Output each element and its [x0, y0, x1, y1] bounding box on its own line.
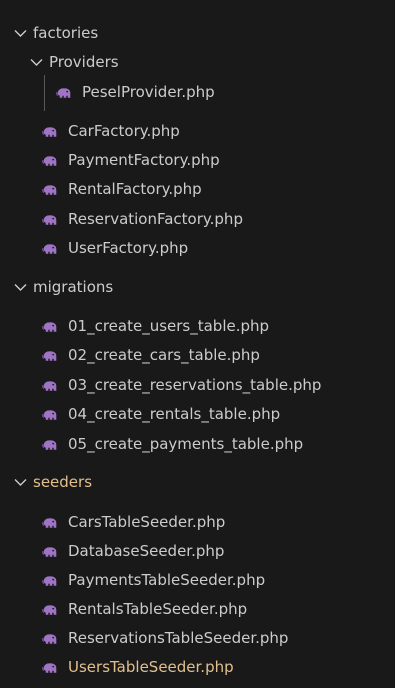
php-elephant-icon: [41, 408, 59, 422]
chevron-down-icon: [12, 475, 28, 491]
file-user-factory[interactable]: UserFactory.php: [0, 234, 395, 263]
file-label: PeselProvider.php: [82, 83, 215, 102]
file-label: 02_create_cars_table.php: [68, 346, 260, 365]
file-users-seeder[interactable]: UsersTableSeeder.php: [0, 653, 395, 682]
chevron-down-icon: [12, 280, 28, 296]
file-migration-01[interactable]: 01_create_users_table.php: [0, 312, 395, 341]
folder-factories[interactable]: factories: [0, 19, 395, 48]
file-label: 03_create_reservations_table.php: [68, 376, 322, 395]
file-label: RentalFactory.php: [68, 180, 202, 199]
file-migration-03[interactable]: 03_create_reservations_table.php: [0, 371, 395, 400]
php-elephant-icon: [55, 86, 73, 100]
file-label: UsersTableSeeder.php: [68, 658, 234, 677]
file-rental-factory[interactable]: RentalFactory.php: [0, 175, 395, 204]
file-reservations-seeder[interactable]: ReservationsTableSeeder.php: [0, 624, 395, 653]
file-payments-seeder[interactable]: PaymentsTableSeeder.php: [0, 566, 395, 595]
file-label: CarFactory.php: [68, 122, 180, 141]
chevron-down-icon: [28, 55, 44, 71]
file-cars-seeder[interactable]: CarsTableSeeder.php: [0, 508, 395, 537]
php-elephant-icon: [41, 183, 59, 197]
file-label: ReservationFactory.php: [68, 210, 243, 229]
file-migration-05[interactable]: 05_create_payments_table.php: [0, 430, 395, 459]
file-label: DatabaseSeeder.php: [68, 542, 225, 561]
folder-seeders[interactable]: seeders: [0, 468, 395, 497]
folder-providers[interactable]: Providers: [0, 48, 395, 77]
chevron-down-icon: [12, 26, 28, 42]
file-migration-04[interactable]: 04_create_rentals_table.php: [0, 400, 395, 429]
php-elephant-icon: [41, 603, 59, 617]
php-elephant-icon: [41, 242, 59, 256]
php-elephant-icon: [41, 516, 59, 530]
folder-label: seeders: [33, 473, 93, 492]
file-label: RentalsTableSeeder.php: [68, 600, 248, 619]
file-label: PaymentFactory.php: [68, 151, 220, 170]
php-elephant-icon: [41, 545, 59, 559]
file-label: CarsTableSeeder.php: [68, 513, 226, 532]
file-car-factory[interactable]: CarFactory.php: [0, 117, 395, 146]
php-elephant-icon: [41, 379, 59, 393]
php-elephant-icon: [41, 154, 59, 168]
file-label: ReservationsTableSeeder.php: [68, 629, 289, 648]
folder-label: Providers: [49, 53, 119, 72]
php-elephant-icon: [41, 438, 59, 452]
file-rentals-seeder[interactable]: RentalsTableSeeder.php: [0, 595, 395, 624]
php-elephant-icon: [41, 125, 59, 139]
php-elephant-icon: [41, 632, 59, 646]
file-database-seeder[interactable]: DatabaseSeeder.php: [0, 537, 395, 566]
php-elephant-icon: [41, 213, 59, 227]
file-migration-02[interactable]: 02_create_cars_table.php: [0, 341, 395, 370]
file-label: PaymentsTableSeeder.php: [68, 571, 266, 590]
php-elephant-icon: [41, 349, 59, 363]
folder-label: factories: [33, 24, 99, 43]
php-elephant-icon: [41, 320, 59, 334]
file-label: UserFactory.php: [68, 239, 189, 258]
folder-migrations[interactable]: migrations: [0, 273, 395, 302]
folder-label: migrations: [33, 278, 114, 297]
php-elephant-icon: [41, 574, 59, 588]
file-label: 01_create_users_table.php: [68, 317, 270, 336]
file-pesel-provider[interactable]: PeselProvider.php: [0, 78, 395, 107]
file-label: 05_create_payments_table.php: [68, 435, 304, 454]
file-explorer-tree: factories Providers PeselProvider.php Ca…: [0, 0, 395, 688]
file-payment-factory[interactable]: PaymentFactory.php: [0, 146, 395, 175]
php-elephant-icon: [41, 661, 59, 675]
file-reservation-factory[interactable]: ReservationFactory.php: [0, 205, 395, 234]
file-label: 04_create_rentals_table.php: [68, 405, 281, 424]
